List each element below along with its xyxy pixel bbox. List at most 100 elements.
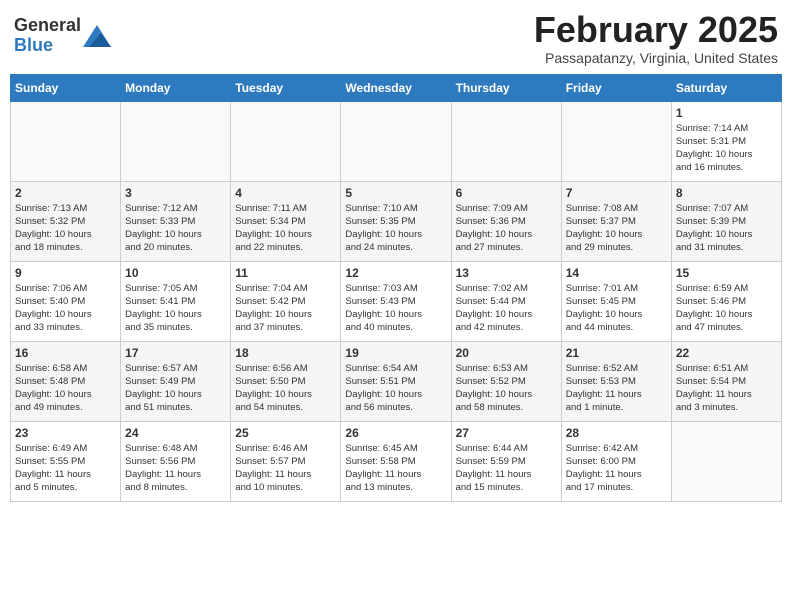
day-number: 11 bbox=[235, 266, 336, 280]
calendar-subtitle: Passapatanzy, Virginia, United States bbox=[534, 50, 778, 66]
day-number: 21 bbox=[566, 346, 667, 360]
day-info: Sunrise: 7:03 AM Sunset: 5:43 PM Dayligh… bbox=[345, 282, 446, 335]
calendar-cell bbox=[451, 101, 561, 181]
calendar-cell: 27 Sunrise: 6:44 AM Sunset: 5:59 PM Dayli… bbox=[451, 421, 561, 501]
day-info: Sunrise: 7:02 AM Sunset: 5:44 PM Dayligh… bbox=[456, 282, 557, 335]
calendar-table: SundayMondayTuesdayWednesdayThursdayFrid… bbox=[10, 74, 782, 502]
calendar-cell: 12 Sunrise: 7:03 AM Sunset: 5:43 PM Dayli… bbox=[341, 261, 451, 341]
logo-blue-text: Blue bbox=[14, 35, 53, 55]
calendar-cell: 10 Sunrise: 7:05 AM Sunset: 5:41 PM Dayli… bbox=[121, 261, 231, 341]
weekday-header-thursday: Thursday bbox=[451, 74, 561, 101]
header: General Blue February 2025 Passapatanzy,… bbox=[10, 10, 782, 66]
day-number: 20 bbox=[456, 346, 557, 360]
day-number: 16 bbox=[15, 346, 116, 360]
day-info: Sunrise: 7:13 AM Sunset: 5:32 PM Dayligh… bbox=[15, 202, 116, 255]
calendar-header-row: SundayMondayTuesdayWednesdayThursdayFrid… bbox=[11, 74, 782, 101]
calendar-cell: 11 Sunrise: 7:04 AM Sunset: 5:42 PM Dayli… bbox=[231, 261, 341, 341]
day-number: 23 bbox=[15, 426, 116, 440]
calendar-cell: 22 Sunrise: 6:51 AM Sunset: 5:54 PM Dayli… bbox=[671, 341, 781, 421]
calendar-cell: 7 Sunrise: 7:08 AM Sunset: 5:37 PM Daylig… bbox=[561, 181, 671, 261]
calendar-week-row: 9 Sunrise: 7:06 AM Sunset: 5:40 PM Daylig… bbox=[11, 261, 782, 341]
logo-general-text: General bbox=[14, 15, 81, 35]
weekday-header-sunday: Sunday bbox=[11, 74, 121, 101]
calendar-title: February 2025 bbox=[534, 10, 778, 50]
weekday-header-friday: Friday bbox=[561, 74, 671, 101]
calendar-week-row: 23 Sunrise: 6:49 AM Sunset: 5:55 PM Dayli… bbox=[11, 421, 782, 501]
day-number: 8 bbox=[676, 186, 777, 200]
calendar-cell: 14Sunrise: 7:01 AM Sunset: 5:45 PM Dayli… bbox=[561, 261, 671, 341]
day-info: Sunrise: 7:09 AM Sunset: 5:36 PM Dayligh… bbox=[456, 202, 557, 255]
calendar-cell: 3 Sunrise: 7:12 AM Sunset: 5:33 PM Daylig… bbox=[121, 181, 231, 261]
day-number: 4 bbox=[235, 186, 336, 200]
day-info: Sunrise: 6:46 AM Sunset: 5:57 PM Dayligh… bbox=[235, 442, 336, 495]
calendar-cell: 5Sunrise: 7:10 AM Sunset: 5:35 PM Daylig… bbox=[341, 181, 451, 261]
weekday-header-tuesday: Tuesday bbox=[231, 74, 341, 101]
calendar-cell bbox=[231, 101, 341, 181]
calendar-cell bbox=[121, 101, 231, 181]
day-info: Sunrise: 6:53 AM Sunset: 5:52 PM Dayligh… bbox=[456, 362, 557, 415]
day-info: Sunrise: 7:08 AM Sunset: 5:37 PM Dayligh… bbox=[566, 202, 667, 255]
day-number: 28 bbox=[566, 426, 667, 440]
day-info: Sunrise: 6:52 AM Sunset: 5:53 PM Dayligh… bbox=[566, 362, 667, 415]
day-number: 1 bbox=[676, 106, 777, 120]
day-info: Sunrise: 6:49 AM Sunset: 5:55 PM Dayligh… bbox=[15, 442, 116, 495]
day-number: 7 bbox=[566, 186, 667, 200]
day-number: 22 bbox=[676, 346, 777, 360]
calendar-cell: 19Sunrise: 6:54 AM Sunset: 5:51 PM Dayli… bbox=[341, 341, 451, 421]
calendar-cell: 26 Sunrise: 6:45 AM Sunset: 5:58 PM Dayli… bbox=[341, 421, 451, 501]
day-info: Sunrise: 6:42 AM Sunset: 6:00 PM Dayligh… bbox=[566, 442, 667, 495]
day-info: Sunrise: 7:14 AM Sunset: 5:31 PM Dayligh… bbox=[676, 122, 777, 175]
day-info: Sunrise: 6:59 AM Sunset: 5:46 PM Dayligh… bbox=[676, 282, 777, 335]
day-info: Sunrise: 6:44 AM Sunset: 5:59 PM Dayligh… bbox=[456, 442, 557, 495]
calendar-cell: 21 Sunrise: 6:52 AM Sunset: 5:53 PM Dayli… bbox=[561, 341, 671, 421]
day-number: 12 bbox=[345, 266, 446, 280]
weekday-header-wednesday: Wednesday bbox=[341, 74, 451, 101]
calendar-cell bbox=[671, 421, 781, 501]
day-info: Sunrise: 6:57 AM Sunset: 5:49 PM Dayligh… bbox=[125, 362, 226, 415]
calendar-cell: 9 Sunrise: 7:06 AM Sunset: 5:40 PM Daylig… bbox=[11, 261, 121, 341]
day-info: Sunrise: 7:12 AM Sunset: 5:33 PM Dayligh… bbox=[125, 202, 226, 255]
calendar-cell: 20 Sunrise: 6:53 AM Sunset: 5:52 PM Dayli… bbox=[451, 341, 561, 421]
calendar-cell: 24Sunrise: 6:48 AM Sunset: 5:56 PM Dayli… bbox=[121, 421, 231, 501]
day-info: Sunrise: 6:58 AM Sunset: 5:48 PM Dayligh… bbox=[15, 362, 116, 415]
day-number: 6 bbox=[456, 186, 557, 200]
title-area: February 2025 Passapatanzy, Virginia, Un… bbox=[534, 10, 778, 66]
calendar-cell: 2 Sunrise: 7:13 AM Sunset: 5:32 PM Daylig… bbox=[11, 181, 121, 261]
day-info: Sunrise: 6:45 AM Sunset: 5:58 PM Dayligh… bbox=[345, 442, 446, 495]
calendar-cell: 16 Sunrise: 6:58 AM Sunset: 5:48 PM Dayli… bbox=[11, 341, 121, 421]
calendar-cell: 13 Sunrise: 7:02 AM Sunset: 5:44 PM Dayli… bbox=[451, 261, 561, 341]
calendar-cell: 6 Sunrise: 7:09 AM Sunset: 5:36 PM Daylig… bbox=[451, 181, 561, 261]
day-info: Sunrise: 6:54 AM Sunset: 5:51 PM Dayligh… bbox=[345, 362, 446, 415]
day-number: 13 bbox=[456, 266, 557, 280]
calendar-cell: 23 Sunrise: 6:49 AM Sunset: 5:55 PM Dayli… bbox=[11, 421, 121, 501]
day-number: 15 bbox=[676, 266, 777, 280]
day-info: Sunrise: 6:51 AM Sunset: 5:54 PM Dayligh… bbox=[676, 362, 777, 415]
calendar-cell: 25 Sunrise: 6:46 AM Sunset: 5:57 PM Dayli… bbox=[231, 421, 341, 501]
day-info: Sunrise: 7:06 AM Sunset: 5:40 PM Dayligh… bbox=[15, 282, 116, 335]
day-number: 18 bbox=[235, 346, 336, 360]
day-number: 25 bbox=[235, 426, 336, 440]
calendar-week-row: 2 Sunrise: 7:13 AM Sunset: 5:32 PM Daylig… bbox=[11, 181, 782, 261]
weekday-header-monday: Monday bbox=[121, 74, 231, 101]
logo-icon bbox=[83, 25, 111, 47]
day-number: 5 bbox=[345, 186, 446, 200]
day-number: 17 bbox=[125, 346, 226, 360]
day-info: Sunrise: 7:04 AM Sunset: 5:42 PM Dayligh… bbox=[235, 282, 336, 335]
calendar-cell: 1 Sunrise: 7:14 AM Sunset: 5:31 PM Daylig… bbox=[671, 101, 781, 181]
calendar-cell: 4Sunrise: 7:11 AM Sunset: 5:34 PM Daylig… bbox=[231, 181, 341, 261]
weekday-header-saturday: Saturday bbox=[671, 74, 781, 101]
day-number: 3 bbox=[125, 186, 226, 200]
day-number: 9 bbox=[15, 266, 116, 280]
logo: General Blue bbox=[14, 16, 111, 56]
day-number: 27 bbox=[456, 426, 557, 440]
calendar-week-row: 16 Sunrise: 6:58 AM Sunset: 5:48 PM Dayli… bbox=[11, 341, 782, 421]
day-number: 2 bbox=[15, 186, 116, 200]
day-info: Sunrise: 6:48 AM Sunset: 5:56 PM Dayligh… bbox=[125, 442, 226, 495]
day-info: Sunrise: 7:05 AM Sunset: 5:41 PM Dayligh… bbox=[125, 282, 226, 335]
day-number: 26 bbox=[345, 426, 446, 440]
calendar-cell: 28 Sunrise: 6:42 AM Sunset: 6:00 PM Dayli… bbox=[561, 421, 671, 501]
day-number: 10 bbox=[125, 266, 226, 280]
calendar-week-row: 1 Sunrise: 7:14 AM Sunset: 5:31 PM Daylig… bbox=[11, 101, 782, 181]
calendar-cell: 15 Sunrise: 6:59 AM Sunset: 5:46 PM Dayli… bbox=[671, 261, 781, 341]
day-info: Sunrise: 7:07 AM Sunset: 5:39 PM Dayligh… bbox=[676, 202, 777, 255]
